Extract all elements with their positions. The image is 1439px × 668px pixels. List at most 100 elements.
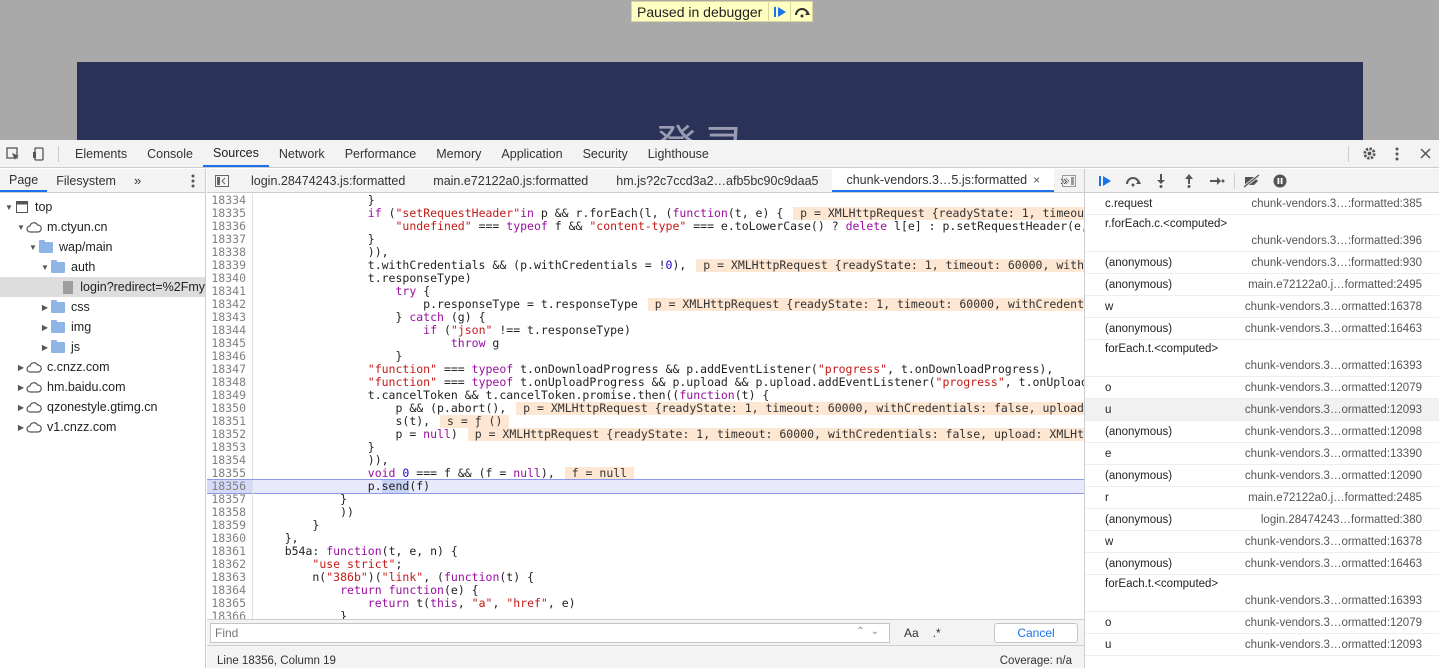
call-frame[interactable]: (anonymous) chunk-vendors.3…:formatted:93… (1085, 252, 1439, 274)
code-line[interactable]: 18343 } catch (g) { (207, 311, 1084, 324)
collapsed-arrow-icon[interactable]: ▶ (40, 323, 50, 332)
collapsed-arrow-icon[interactable]: ▶ (16, 383, 26, 392)
code-line[interactable]: 18360 }, (207, 532, 1084, 545)
toggle-navigator-button[interactable] (207, 167, 237, 194)
tree-item[interactable]: ▼ m.ctyun.cn (0, 217, 205, 237)
code-line[interactable]: 18355 void 0 === f && (f = null), f = nu… (207, 467, 1084, 480)
code-line[interactable]: 18351 s(t), s = ƒ () (207, 415, 1084, 428)
cancel-button[interactable]: Cancel (994, 623, 1078, 643)
find-input[interactable]: Find ⌃⌄ (210, 622, 890, 643)
code-line[interactable]: 18352 p = null) p = XMLHttpRequest {read… (207, 428, 1084, 441)
device-toolbar-button[interactable] (26, 140, 52, 167)
regex-toggle[interactable]: .* (933, 626, 941, 640)
coverage-status[interactable]: Coverage: n/a (1000, 655, 1072, 667)
frame-location[interactable]: chunk-vendors.3…ormatted:12079 (1245, 382, 1422, 394)
expanded-arrow-icon[interactable]: ▼ (28, 243, 38, 252)
expanded-arrow-icon[interactable]: ▼ (40, 263, 50, 272)
settings-button[interactable] (1355, 140, 1383, 167)
code-line[interactable]: 18363 n("386b")("link", (function(t) { (207, 571, 1084, 584)
expanded-arrow-icon[interactable]: ▼ (4, 203, 14, 212)
file-tab[interactable]: chunk-vendors.3…5.js:formatted × (832, 169, 1055, 192)
more-tabs-chevron-icon[interactable]: » (125, 169, 150, 192)
frame-location[interactable]: chunk-vendors.3…ormatted:12093 (1245, 404, 1422, 416)
code-line[interactable]: 18359 } (207, 519, 1084, 532)
call-frame[interactable]: w chunk-vendors.3…ormatted:16378 (1085, 296, 1439, 318)
step-over-button[interactable] (790, 2, 812, 21)
frame-location[interactable]: chunk-vendors.3…ormatted:16378 (1245, 301, 1422, 313)
frame-location[interactable]: chunk-vendors.3…ormatted:12098 (1245, 426, 1422, 438)
frame-location[interactable]: chunk-vendors.3…ormatted:16463 (1245, 323, 1422, 335)
frame-location[interactable]: chunk-vendors.3…ormatted:16393 (1245, 595, 1422, 607)
tree-item[interactable]: ▶ qzonestyle.gtimg.cn (0, 397, 205, 417)
call-frame[interactable]: (anonymous) chunk-vendors.3…ormatted:1209… (1085, 421, 1439, 443)
toggle-debugger-button[interactable] (1062, 175, 1076, 190)
call-frame[interactable]: e chunk-vendors.3…ormatted:13390 (1085, 443, 1439, 465)
call-frame[interactable]: forEach.t.<computed> chunk-vendors.3…orma… (1085, 340, 1439, 377)
code-line[interactable]: 18353 } (207, 441, 1084, 454)
code-line[interactable]: 18348 "function" === typeof t.onUploadPr… (207, 376, 1084, 389)
call-frame[interactable]: (anonymous) chunk-vendors.3…ormatted:1646… (1085, 553, 1439, 575)
code-line[interactable]: 18347 "function" === typeof t.onDownload… (207, 363, 1084, 376)
collapsed-arrow-icon[interactable]: ▶ (16, 363, 26, 372)
tree-item[interactable]: ▶ js (0, 337, 205, 357)
call-frame[interactable]: o chunk-vendors.3…ormatted:12079 (1085, 377, 1439, 399)
code-line[interactable]: 18361 b54a: function(t, e, n) { (207, 545, 1084, 558)
tree-item[interactable]: ▶ v1.cnzz.com (0, 417, 205, 437)
step-button[interactable] (1203, 169, 1231, 192)
call-frame[interactable]: forEach.t.<computed> chunk-vendors.3…orma… (1085, 575, 1439, 612)
code-line[interactable]: 18362 "use strict"; (207, 558, 1084, 571)
tab-lighthouse[interactable]: Lighthouse (638, 140, 719, 167)
code-line[interactable]: 18365 return t(this, "a", "href", e) (207, 597, 1084, 610)
code-line[interactable]: 18345 throw g (207, 337, 1084, 350)
code-view[interactable]: 18334 } 18335 if ("setRequestHeader"in p … (207, 194, 1084, 619)
collapsed-arrow-icon[interactable]: ▶ (16, 423, 26, 432)
call-frame[interactable]: r main.e72122a0.j…formatted:2485 (1085, 487, 1439, 509)
code-line[interactable]: 18335 if ("setRequestHeader"in p && r.fo… (207, 207, 1084, 220)
frame-location[interactable]: chunk-vendors.3…ormatted:16463 (1245, 558, 1422, 570)
more-options-button[interactable] (1383, 140, 1411, 167)
frame-location[interactable]: chunk-vendors.3…ormatted:16393 (1245, 360, 1422, 372)
code-line[interactable]: 18358 )) (207, 506, 1084, 519)
call-frame[interactable]: r.forEach.c.<computed> chunk-vendors.3…:f… (1085, 215, 1439, 252)
code-line[interactable]: 18357 } (207, 493, 1084, 506)
navigator-menu-button[interactable] (191, 174, 195, 191)
close-tab-icon[interactable]: × (1033, 173, 1040, 187)
resume-button[interactable] (1091, 169, 1119, 192)
tab-performance[interactable]: Performance (335, 140, 427, 167)
tree-item[interactable]: login?redirect=%2Fmy (0, 277, 205, 297)
call-frame[interactable]: (anonymous) login.28474243…formatted:380 (1085, 509, 1439, 531)
tab-elements[interactable]: Elements (65, 140, 137, 167)
tree-item[interactable]: ▼ top (0, 197, 205, 217)
step-out-button[interactable] (1175, 169, 1203, 192)
code-line[interactable]: 18344 if ("json" !== t.responseType) (207, 324, 1084, 337)
inspect-element-button[interactable] (0, 140, 26, 167)
code-line[interactable]: 18339 t.withCredentials && (p.withCreden… (207, 259, 1084, 272)
deactivate-breakpoints-button[interactable] (1238, 169, 1266, 192)
code-line[interactable]: 18341 try { (207, 285, 1084, 298)
frame-location[interactable]: chunk-vendors.3…:formatted:396 (1251, 235, 1422, 247)
tree-item[interactable]: ▶ c.cnzz.com (0, 357, 205, 377)
code-line[interactable]: 18340 t.responseType) (207, 272, 1084, 285)
call-frame[interactable]: (anonymous) main.e72122a0.j…formatted:249… (1085, 274, 1439, 296)
frame-location[interactable]: chunk-vendors.3…:formatted:930 (1251, 257, 1422, 269)
tab-network[interactable]: Network (269, 140, 335, 167)
tab-page[interactable]: Page (0, 169, 48, 192)
match-case-toggle[interactable]: Aa (904, 626, 919, 640)
collapsed-arrow-icon[interactable]: ▶ (16, 403, 26, 412)
code-line[interactable]: 18336 "undefined" === typeof f && "conte… (207, 220, 1084, 233)
frame-location[interactable]: main.e72122a0.j…formatted:2485 (1248, 492, 1422, 504)
frame-location[interactable]: main.e72122a0.j…formatted:2495 (1248, 279, 1422, 291)
resume-button[interactable] (768, 2, 790, 21)
code-line[interactable]: 18342 p.responseType = t.responseType p … (207, 298, 1084, 311)
collapsed-arrow-icon[interactable]: ▶ (40, 303, 50, 312)
tab-sources[interactable]: Sources (202, 140, 269, 167)
code-line[interactable]: 18364 return function(e) { (207, 584, 1084, 597)
pause-on-exceptions-button[interactable] (1266, 169, 1294, 192)
call-frame[interactable]: (anonymous) chunk-vendors.3…ormatted:1209… (1085, 465, 1439, 487)
tab-application[interactable]: Application (491, 140, 572, 167)
call-frame[interactable]: o chunk-vendors.3…ormatted:12079 (1085, 612, 1439, 634)
frame-location[interactable]: chunk-vendors.3…ormatted:12079 (1245, 617, 1422, 629)
tree-item[interactable]: ▶ img (0, 317, 205, 337)
code-line[interactable]: 18337 } (207, 233, 1084, 246)
frame-location[interactable]: chunk-vendors.3…ormatted:12093 (1245, 639, 1422, 651)
